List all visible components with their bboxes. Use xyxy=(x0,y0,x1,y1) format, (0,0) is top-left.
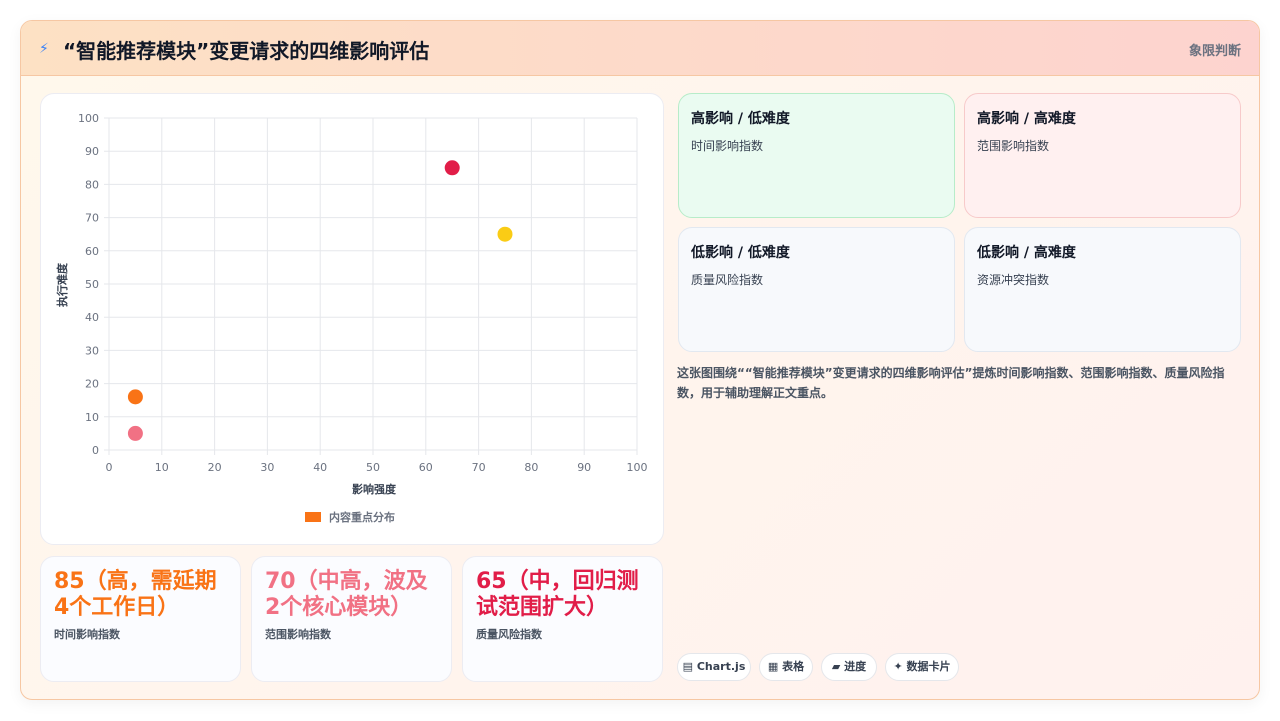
y-axis-label: 执行难度 xyxy=(55,262,69,307)
y-tick-label: 30 xyxy=(85,344,99,357)
y-tick-label: 90 xyxy=(85,145,99,158)
lightning-icon: ⚡ xyxy=(39,41,49,57)
quadrant-title: 高影响 / 低难度 xyxy=(691,111,790,127)
quadrant-metric: 范围影响指数 xyxy=(977,139,1050,153)
chart-legend[interactable]: 内容重点分布 xyxy=(305,510,395,524)
x-tick-label: 60 xyxy=(419,461,433,474)
table-icon: ▦ xyxy=(767,660,779,673)
x-tick-label: 90 xyxy=(577,461,591,474)
y-tick-label: 0 xyxy=(92,444,99,457)
x-tick-label: 40 xyxy=(313,461,327,474)
stat-label: 质量风险指数 xyxy=(476,628,542,641)
stat-value: 85（高，需延期4个工作日） xyxy=(54,569,217,620)
x-tick-label: 20 xyxy=(208,461,222,474)
sparkle-icon: ✦ xyxy=(893,660,903,673)
progress-icon: ▰ xyxy=(831,660,841,673)
quadrant-tag: 象限判断 xyxy=(1188,44,1241,59)
x-tick-label: 100 xyxy=(627,461,648,474)
quadrant-metric: 时间影响指数 xyxy=(691,139,764,153)
y-tick-label: 80 xyxy=(85,178,99,191)
data-point xyxy=(444,160,460,176)
chip-label: 进度 xyxy=(844,660,867,673)
chip-data-card[interactable]: ✦ 数据卡片 xyxy=(885,653,959,681)
page-title: “智能推荐模块”变更请求的四维影响评估 xyxy=(63,39,430,63)
stat-card-scope: 70（中高，波及2个核心模块） 范围影响指数 xyxy=(251,556,452,682)
stat-value: 65（中，回归测试范围扩大） xyxy=(476,569,639,620)
data-point xyxy=(127,425,143,441)
legend-swatch xyxy=(305,512,321,522)
chip-label: 表格 xyxy=(782,660,805,673)
chip-chartjs[interactable]: ▤ Chart.js xyxy=(677,653,751,681)
y-tick-label: 60 xyxy=(85,245,99,258)
scatter-chart-panel: 0 10 20 30 40 50 60 70 80 90 100 0 10 20 30 40 50 60 70 80 9… xyxy=(40,93,664,545)
card-header: ⚡ “智能推荐模块”变更请求的四维影响评估 象限判断 xyxy=(21,21,1259,76)
quadrant-high-impact-low-difficulty: 高影响 / 低难度 时间影响指数 xyxy=(678,93,955,218)
chip-table[interactable]: ▦ 表格 xyxy=(759,653,813,681)
quadrant-metric: 资源冲突指数 xyxy=(977,273,1050,287)
y-tick-label: 50 xyxy=(85,278,99,291)
chart-icon: ▤ xyxy=(682,660,694,673)
quadrant-title: 高影响 / 高难度 xyxy=(977,111,1076,127)
quadrant-title: 低影响 / 高难度 xyxy=(977,245,1076,261)
x-tick-label: 80 xyxy=(524,461,538,474)
x-tick-label: 50 xyxy=(366,461,380,474)
chip-progress[interactable]: ▰ 进度 xyxy=(821,653,877,681)
quadrant-title: 低影响 / 低难度 xyxy=(691,245,790,261)
x-tick-label: 30 xyxy=(260,461,274,474)
chart-description: 这张图围绕““智能推荐模块”变更请求的四维影响评估”提炼时间影响指数、范围影响指… xyxy=(677,366,1225,400)
data-point xyxy=(127,389,143,405)
stat-value: 70（中高，波及2个核心模块） xyxy=(265,569,428,620)
quadrant-low-impact-high-difficulty: 低影响 / 高难度 资源冲突指数 xyxy=(964,227,1241,352)
y-tick-label: 70 xyxy=(85,212,99,225)
chip-label: 数据卡片 xyxy=(906,660,951,673)
scatter-chart: 0 10 20 30 40 50 60 70 80 90 100 0 10 20 30 40 50 60 70 80 9… xyxy=(55,112,648,524)
quadrant-high-impact-high-difficulty: 高影响 / 高难度 范围影响指数 xyxy=(964,93,1241,218)
data-point xyxy=(497,226,513,242)
stat-card-quality: 65（中，回归测试范围扩大） 质量风险指数 xyxy=(462,556,663,682)
quadrant-low-impact-low-difficulty: 低影响 / 低难度 质量风险指数 xyxy=(678,227,955,352)
quadrant-metric: 质量风险指数 xyxy=(691,273,764,287)
x-axis-label: 影响强度 xyxy=(352,482,397,496)
chip-label: Chart.js xyxy=(696,660,746,673)
x-tick-label: 10 xyxy=(155,461,169,474)
stat-label: 时间影响指数 xyxy=(54,628,120,641)
chart-ticks: 0 10 20 30 40 50 60 70 80 90 100 0 10 20 30 40 50 60 70 80 9… xyxy=(78,112,648,474)
x-tick-label: 70 xyxy=(472,461,486,474)
stat-card-time: 85（高，需延期4个工作日） 时间影响指数 xyxy=(40,556,241,682)
y-tick-label: 100 xyxy=(78,112,99,125)
legend-label: 内容重点分布 xyxy=(329,510,395,524)
report-card: ⚡ “智能推荐模块”变更请求的四维影响评估 象限判断 0 10 20 30 40 50 60… xyxy=(20,20,1260,700)
y-tick-label: 20 xyxy=(85,378,99,391)
y-tick-label: 10 xyxy=(85,411,99,424)
chart-grid xyxy=(104,117,638,455)
stat-label: 范围影响指数 xyxy=(265,628,331,641)
x-tick-label: 0 xyxy=(106,461,113,474)
y-tick-label: 40 xyxy=(85,311,99,324)
